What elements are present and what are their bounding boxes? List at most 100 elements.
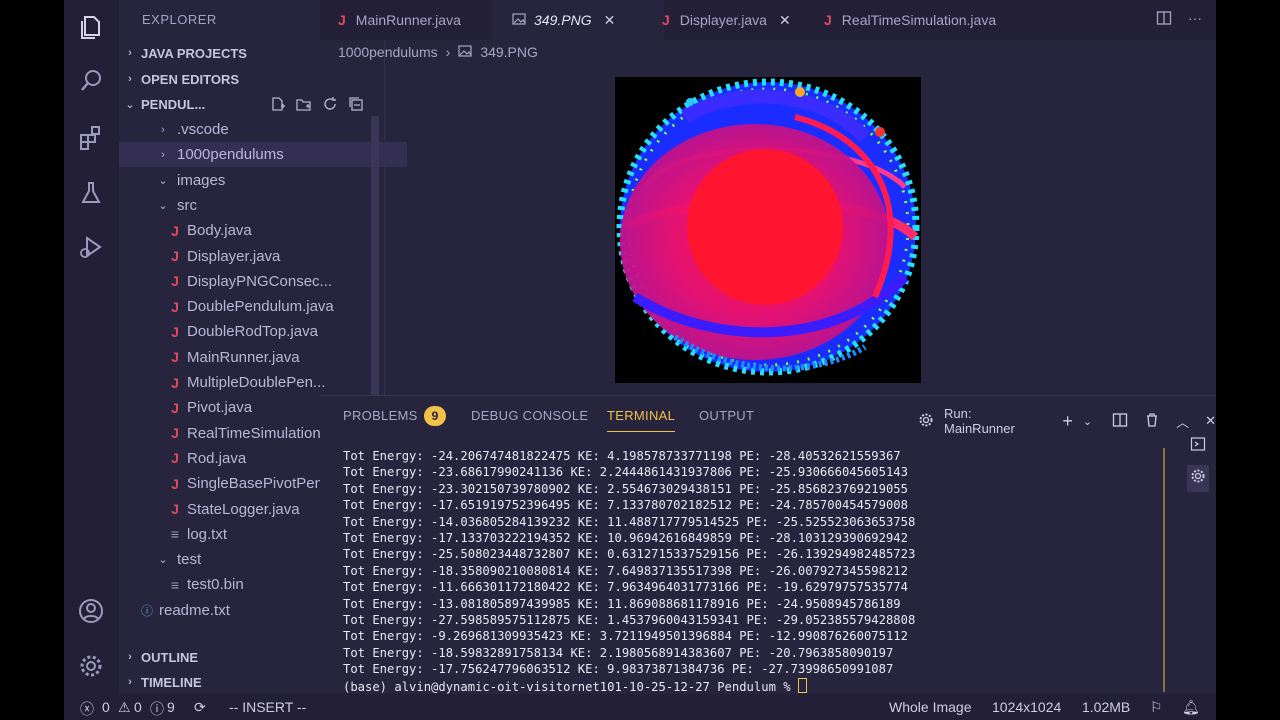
extensions-icon[interactable] bbox=[76, 122, 106, 152]
section-label: PENDUL... bbox=[141, 96, 206, 112]
chevron-right-icon: › bbox=[128, 651, 132, 663]
terminal-line: Tot Energy: -9.269681309935423 KE: 3.721… bbox=[343, 629, 908, 644]
java-file-icon: J bbox=[171, 349, 179, 366]
testing-flask-icon[interactable] bbox=[76, 178, 106, 208]
java-file-icon: J bbox=[171, 374, 179, 391]
tab-displayer[interactable]: J Displayer.java ✕ bbox=[644, 0, 822, 40]
split-editor-icon[interactable] bbox=[1156, 10, 1172, 31]
tree-item-label: DoubleRodTop.java bbox=[187, 323, 318, 341]
explorer-title: EXPLORER bbox=[142, 12, 217, 27]
gear-icon bbox=[918, 412, 934, 431]
terminal-scrollbar[interactable] bbox=[1163, 448, 1165, 692]
search-icon[interactable] bbox=[76, 66, 106, 96]
run-icon[interactable]: ⟳ bbox=[194, 699, 206, 716]
tree-item-label: SingleBasePivotPen... bbox=[187, 475, 336, 493]
tab-mainrunner[interactable]: J MainRunner.java bbox=[320, 0, 510, 40]
panel-tab-debug-console[interactable]: DEBUG CONSOLE bbox=[471, 408, 588, 423]
breadcrumb-folder[interactable]: 1000pendulums bbox=[338, 44, 438, 60]
terminal-list bbox=[1180, 436, 1216, 492]
terminal-shell-icon[interactable] bbox=[1190, 436, 1206, 457]
panel-tab-terminal[interactable]: TERMINAL bbox=[607, 408, 676, 432]
terminal-line: Tot Energy: -17.651919752396495 KE: 7.13… bbox=[343, 498, 908, 513]
notifications-bell-icon[interactable]: 🔔︎ bbox=[1182, 699, 1200, 716]
trash-icon[interactable] bbox=[1144, 412, 1160, 431]
terminal-output[interactable]: Tot Energy: -24.206747481822475 KE: 4.19… bbox=[343, 448, 915, 695]
tree-folder[interactable]: ⌄ images bbox=[119, 168, 407, 193]
image-file-size: 1.02MB bbox=[1082, 699, 1131, 715]
error-count: 0 bbox=[102, 699, 110, 715]
java-file-icon: J bbox=[171, 399, 179, 416]
terminal-line: Tot Energy: -25.508023448732807 KE: 0.63… bbox=[343, 547, 916, 562]
tab-349-png[interactable]: 349.PNG ✕ bbox=[492, 0, 664, 40]
close-icon[interactable]: ✕ bbox=[779, 12, 791, 29]
tree-item-label: .vscode bbox=[177, 121, 229, 138]
debug-terminal-icon[interactable] bbox=[1187, 465, 1209, 492]
section-pendulum-folder[interactable]: ⌄ PENDUL... bbox=[119, 92, 384, 116]
section-label: JAVA PROJECTS bbox=[141, 45, 247, 61]
tree-folder[interactable]: ⌄ src bbox=[119, 193, 407, 218]
close-panel-icon[interactable]: ✕ bbox=[1205, 413, 1216, 429]
section-label: OPEN EDITORS bbox=[141, 71, 240, 87]
tree-item-label: StateLogger.java bbox=[187, 500, 300, 518]
section-label: OUTLINE bbox=[141, 649, 199, 665]
image-file-icon bbox=[458, 44, 472, 60]
new-folder-icon[interactable] bbox=[295, 95, 313, 113]
chevron-right-icon: › bbox=[128, 676, 132, 688]
java-file-icon: J bbox=[171, 425, 179, 442]
java-file-icon: J bbox=[171, 222, 179, 239]
section-label: TIMELINE bbox=[141, 674, 202, 690]
chevron-right-icon: › bbox=[128, 73, 132, 85]
breadcrumb-file[interactable]: 349.PNG bbox=[480, 44, 538, 60]
bottom-panel: PROBLEMS 9 DEBUG CONSOLE TERMINAL OUTPUT… bbox=[320, 395, 1216, 695]
chevron-down-icon[interactable]: ⌄ bbox=[1083, 415, 1092, 428]
info-icon[interactable]: ⓘ bbox=[150, 699, 164, 719]
chevron-right-icon: › bbox=[161, 123, 165, 136]
feedback-icon[interactable]: ⚐ bbox=[1150, 699, 1163, 716]
panel-tab-output[interactable]: OUTPUT bbox=[699, 408, 754, 423]
java-file-icon: J bbox=[171, 501, 179, 517]
tree-item-label: test bbox=[177, 551, 202, 569]
close-icon[interactable]: ✕ bbox=[604, 12, 616, 29]
tree-folder[interactable]: › 1000pendulums bbox=[119, 142, 407, 168]
tree-item-label: MultipleDoublePen... bbox=[187, 374, 326, 391]
refresh-icon[interactable] bbox=[321, 95, 339, 113]
warning-icon[interactable]: ⚠ bbox=[118, 699, 131, 716]
terminal-line: Tot Energy: -17.756247796063512 KE: 9.98… bbox=[343, 662, 894, 677]
text-file-icon: ≡ bbox=[170, 576, 180, 593]
error-icon[interactable]: ⓧ bbox=[80, 699, 94, 719]
vim-mode: -- INSERT -- bbox=[229, 699, 307, 715]
split-terminal-icon[interactable] bbox=[1112, 412, 1128, 431]
terminal-line: Tot Energy: -18.358090210080814 KE: 7.64… bbox=[343, 563, 908, 578]
tree-item-label: readme.txt bbox=[159, 601, 230, 619]
panel-tab-problems[interactable]: PROBLEMS bbox=[343, 408, 418, 423]
new-terminal-icon[interactable]: + bbox=[1062, 411, 1073, 432]
tree-folder[interactable]: › .vscode bbox=[119, 117, 407, 142]
terminal-line: Tot Energy: -23.302150739780902 KE: 2.55… bbox=[343, 481, 908, 496]
terminal-selector[interactable]: Run: MainRunner bbox=[944, 406, 1038, 436]
problems-count-badge: 9 bbox=[424, 406, 446, 426]
image-preview[interactable] bbox=[615, 77, 921, 383]
tree-item-label: DisplayPNGConsec... bbox=[187, 272, 333, 290]
image-dimensions: 1024x1024 bbox=[992, 699, 1062, 715]
tree-item-label: Pivot.java bbox=[187, 399, 253, 417]
new-file-icon[interactable] bbox=[269, 95, 287, 113]
tree-item-label: Body.java bbox=[187, 222, 252, 240]
right-letterbox bbox=[1216, 0, 1280, 720]
section-open-editors[interactable]: › OPEN EDITORS bbox=[119, 67, 384, 91]
terminal-prompt-line: (base) alvin@dynamic-oit-visitornet101-1… bbox=[343, 677, 915, 695]
collapse-all-icon[interactable] bbox=[347, 95, 365, 113]
settings-gear-icon[interactable] bbox=[76, 651, 106, 681]
run-debug-icon[interactable] bbox=[76, 232, 106, 262]
tab-label: 349.PNG bbox=[534, 12, 592, 28]
more-actions-icon[interactable]: ··· bbox=[1188, 10, 1202, 31]
image-view-mode[interactable]: Whole Image bbox=[889, 699, 971, 715]
account-icon[interactable] bbox=[76, 596, 106, 626]
tab-realtimesimulation[interactable]: J RealTimeSimulation.java bbox=[804, 0, 1044, 40]
tree-item-label: log.txt bbox=[187, 525, 228, 543]
chevron-right-icon: › bbox=[128, 47, 132, 59]
java-file-icon: J bbox=[171, 475, 179, 492]
chevron-down-icon: ⌄ bbox=[158, 174, 168, 187]
explorer-icon[interactable] bbox=[76, 12, 106, 42]
maximize-panel-icon[interactable]: ︿ bbox=[1176, 412, 1189, 431]
chevron-right-icon: › bbox=[161, 148, 165, 161]
